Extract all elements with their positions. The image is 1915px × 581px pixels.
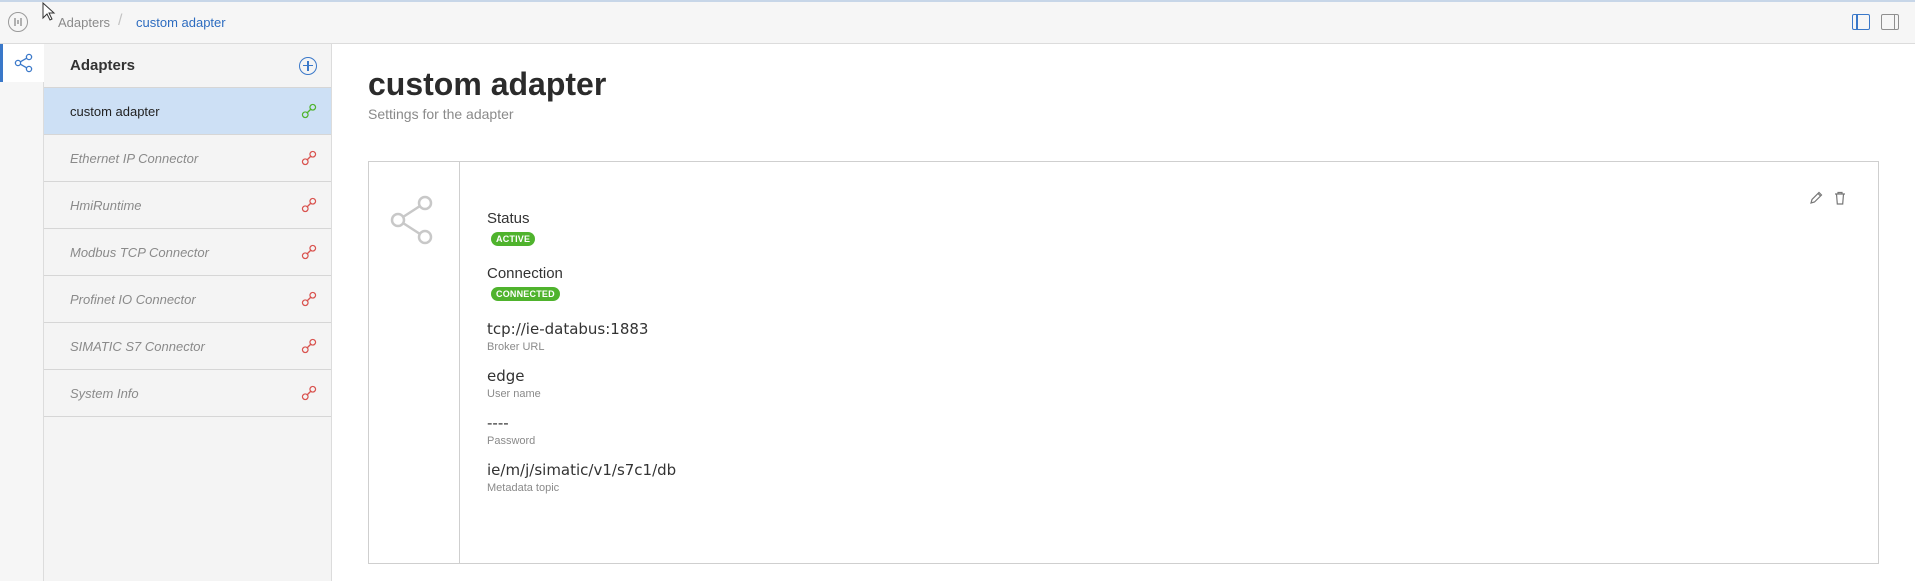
edit-pencil-icon[interactable] bbox=[1808, 190, 1824, 206]
top-bar: Adapters / custom adapter bbox=[0, 0, 1915, 44]
adapters-list-header: Adapters bbox=[44, 44, 331, 88]
status-badge: ACTIVE bbox=[491, 232, 536, 246]
layout-right-panel-icon[interactable] bbox=[1881, 14, 1899, 30]
connection-badge: CONNECTED bbox=[491, 287, 560, 301]
adapter-list-item-label: SIMATIC S7 Connector bbox=[70, 338, 205, 354]
card-icon-column bbox=[369, 162, 460, 563]
link-status-icon bbox=[301, 150, 317, 166]
broker-url-label: Broker URL bbox=[487, 341, 545, 353]
link-status-icon bbox=[301, 244, 317, 260]
adapter-list-item[interactable]: Modbus TCP Connector bbox=[44, 229, 331, 276]
link-status-icon bbox=[301, 385, 317, 401]
adapter-list-item-label: custom adapter bbox=[70, 103, 160, 119]
page-subtitle: Settings for the adapter bbox=[368, 106, 514, 122]
password-field: ---- Password bbox=[487, 414, 676, 447]
metadata-topic-value: ie/m/j/simatic/v1/s7c1/db bbox=[487, 461, 677, 479]
broker-url-field: tcp://ie-databus:1883 Broker URL bbox=[487, 320, 676, 353]
navigation-rail bbox=[0, 44, 44, 581]
breadcrumb-separator: / bbox=[118, 12, 123, 29]
delete-trash-icon[interactable] bbox=[1832, 190, 1848, 206]
adapter-details: Status ACTIVE Connection CONNECTED tcp:/… bbox=[487, 210, 676, 508]
adapter-list-item[interactable]: SIMATIC S7 Connector bbox=[44, 323, 331, 370]
rail-item-connections[interactable] bbox=[0, 44, 44, 82]
adapters-list-title: Adapters bbox=[70, 57, 136, 74]
main-content: custom adapter Settings for the adapter … bbox=[332, 44, 1915, 581]
metadata-topic-field: ie/m/j/simatic/v1/s7c1/db Metadata topic bbox=[487, 461, 676, 494]
status-section: Status ACTIVE bbox=[487, 210, 676, 247]
password-label: Password bbox=[487, 435, 536, 447]
user-name-field: edge User name bbox=[487, 367, 676, 400]
link-status-icon bbox=[301, 291, 317, 307]
adapter-list-item[interactable]: custom adapter bbox=[44, 88, 331, 135]
adapter-list-item-label: Ethernet IP Connector bbox=[70, 150, 199, 166]
adapter-list-item[interactable]: Ethernet IP Connector bbox=[44, 135, 331, 182]
adapter-list-item-label: System Info bbox=[70, 385, 139, 401]
user-name-value: edge bbox=[487, 367, 525, 385]
page-title: custom adapter bbox=[368, 66, 607, 102]
layout-left-panel-icon[interactable] bbox=[1852, 14, 1870, 30]
connection-heading: Connection bbox=[487, 265, 563, 282]
broker-url-value: tcp://ie-databus:1883 bbox=[487, 320, 649, 338]
adapter-list-item[interactable]: System Info bbox=[44, 370, 331, 417]
adapters-list-panel: Adapters custom adapter Ethernet IP Conne… bbox=[44, 44, 332, 581]
adapter-list-item[interactable]: HmiRuntime bbox=[44, 182, 331, 229]
link-status-icon bbox=[301, 197, 317, 213]
app-logo-icon[interactable] bbox=[8, 12, 28, 32]
breadcrumb-current[interactable]: custom adapter bbox=[136, 15, 226, 30]
adapter-list-item-label: Modbus TCP Connector bbox=[70, 244, 209, 260]
status-heading: Status bbox=[487, 210, 530, 227]
adapter-list-item-label: Profinet IO Connector bbox=[70, 291, 196, 307]
share-icon bbox=[14, 53, 32, 73]
link-status-icon bbox=[301, 338, 317, 354]
add-adapter-icon[interactable] bbox=[299, 56, 317, 75]
connection-section: Connection CONNECTED bbox=[487, 265, 676, 302]
breadcrumb-root[interactable]: Adapters bbox=[58, 15, 110, 30]
card-actions bbox=[1808, 190, 1848, 206]
metadata-topic-label: Metadata topic bbox=[487, 482, 560, 494]
link-status-icon bbox=[301, 103, 317, 119]
user-name-label: User name bbox=[487, 388, 541, 400]
adapter-list-item-label: HmiRuntime bbox=[70, 197, 142, 213]
share-icon bbox=[390, 195, 433, 245]
adapter-details-card: Status ACTIVE Connection CONNECTED tcp:/… bbox=[368, 161, 1879, 564]
mouse-cursor-icon bbox=[42, 2, 56, 21]
password-value: ---- bbox=[487, 414, 509, 432]
adapter-list-item[interactable]: Profinet IO Connector bbox=[44, 276, 331, 323]
